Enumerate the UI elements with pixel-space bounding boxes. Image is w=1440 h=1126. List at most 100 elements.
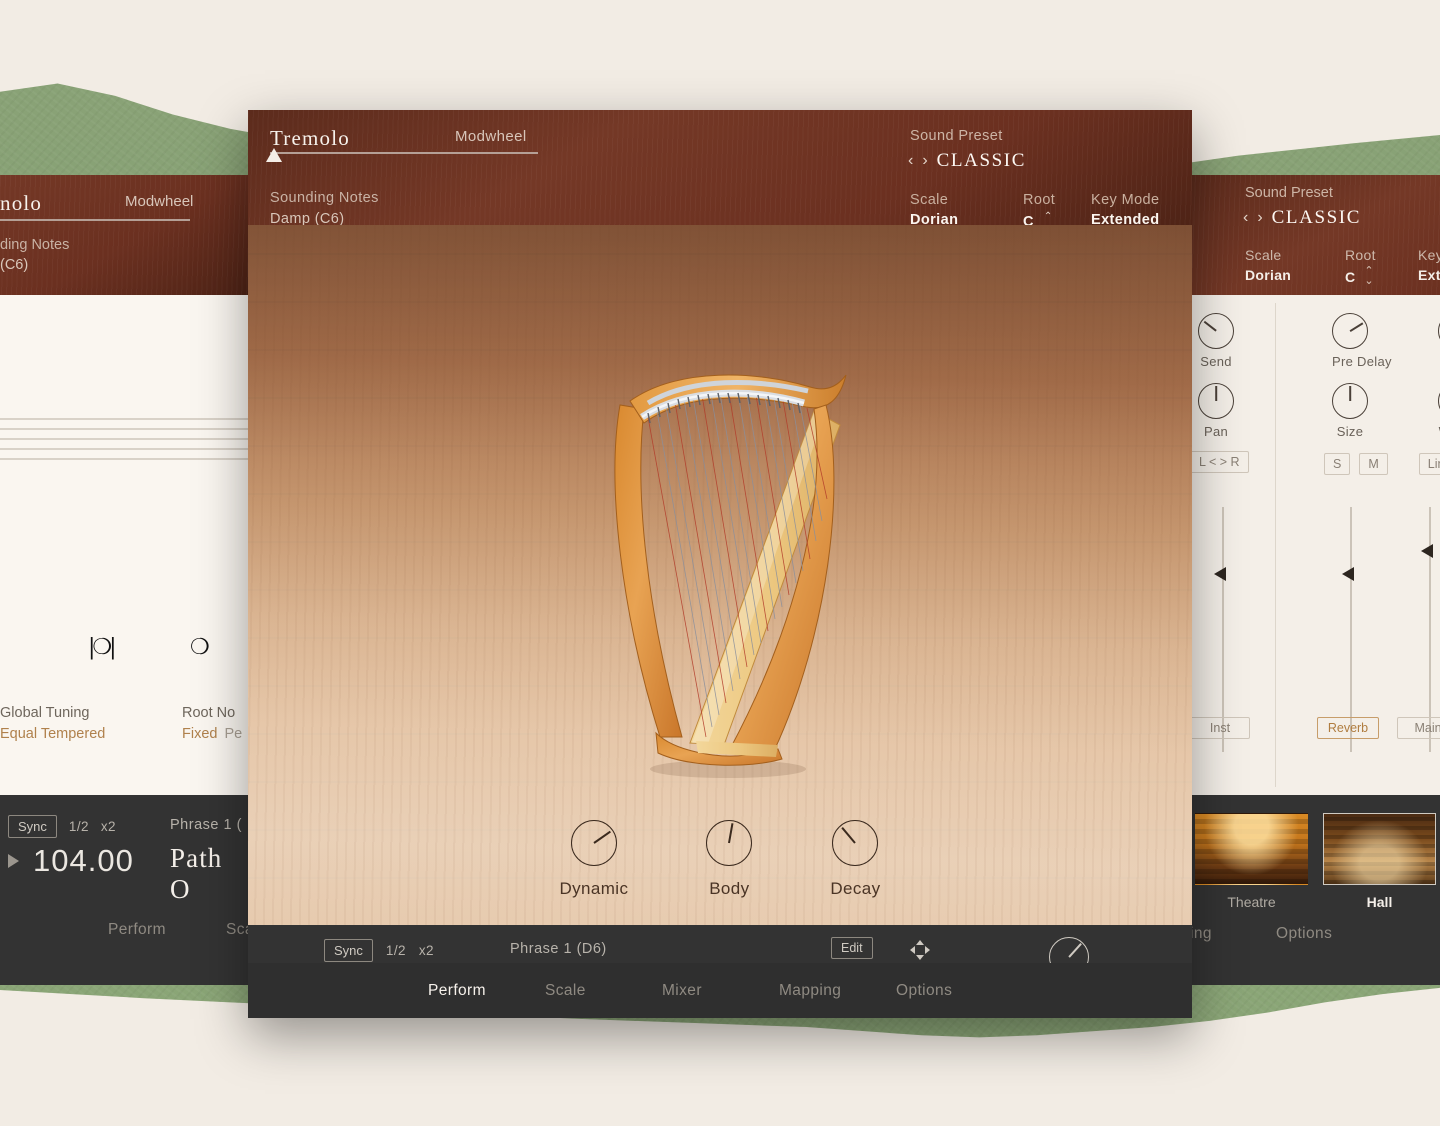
bg-left-modwheel-label: Modwheel	[125, 193, 194, 210]
preset-next-icon[interactable]: ›	[922, 153, 927, 169]
inst-fader-track[interactable]	[1222, 507, 1224, 752]
tremolo-slider-thumb[interactable]	[266, 148, 282, 162]
screenshot-root: nolo Modwheel ding Notes (C6) |❍| ❍ Glob…	[0, 0, 1440, 1126]
tab-perform[interactable]: Perform	[428, 982, 545, 1000]
solo-button[interactable]: S	[1324, 453, 1351, 475]
knob-pre-delay[interactable]	[1332, 313, 1368, 349]
global-tuning-label: Global Tuning	[0, 705, 90, 721]
bg-left-sync-button[interactable]: Sync	[8, 815, 57, 838]
knob-size-label: Size	[1336, 424, 1364, 439]
background-left-panel: nolo Modwheel ding Notes (C6) |❍| ❍ Glob…	[0, 175, 254, 985]
main-fader-label[interactable]: Main	[1397, 717, 1440, 739]
edit-button[interactable]: Edit	[831, 937, 873, 959]
tremolo-slider-track[interactable]	[270, 152, 538, 154]
bg-left-body: |❍| ❍ Global Tuning Equal Tempered Root …	[0, 295, 250, 870]
bg-right-preset-prev-icon[interactable]: ‹	[1243, 210, 1248, 226]
main-fader-handle[interactable]	[1421, 544, 1433, 558]
double-button[interactable]: x2	[419, 943, 434, 958]
knob-size[interactable]	[1332, 383, 1368, 419]
room-hall-label: Hall	[1366, 894, 1393, 910]
reverb-fader-label[interactable]: Reverb	[1317, 717, 1379, 739]
bg-right-keymode-value[interactable]: Extend	[1418, 267, 1440, 283]
inst-fader-label[interactable]: Inst	[1190, 717, 1250, 739]
inst-fader-handle[interactable]	[1214, 567, 1226, 581]
root-note-extra: Pe	[224, 726, 243, 742]
instrument-stage: Dynamic Body Decay	[248, 225, 1192, 925]
sound-preset-row: ‹ › CLASSIC	[908, 150, 1026, 172]
room-hall[interactable]: Hall	[1323, 813, 1436, 910]
pan-lr-button[interactable]: L < > R	[1190, 451, 1249, 473]
bg-left-slider-track[interactable]	[0, 219, 190, 221]
limiter-button[interactable]: Limite	[1418, 453, 1440, 475]
decay-knob[interactable]	[832, 820, 879, 866]
bg-left-root-note: Root No Fixed Pe	[182, 705, 242, 742]
bg-left-tab-perform[interactable]: Perform	[108, 921, 166, 939]
bg-left-sounding-notes-label: ding Notes	[0, 237, 70, 253]
global-tuning-value[interactable]: Equal Tempered	[0, 726, 105, 742]
bg-left-phrase-name[interactable]: Path O	[170, 843, 250, 905]
staff-line	[0, 418, 250, 420]
modwheel-label: Modwheel	[455, 128, 527, 145]
main-header: Tremolo Modwheel Sounding Notes Damp (C6…	[248, 110, 1192, 232]
bg-left-tremolo-title: nolo	[0, 191, 43, 215]
staff-line	[0, 458, 250, 460]
tab-options[interactable]: Options	[896, 982, 1013, 1000]
dynamic-knob-label: Dynamic	[559, 879, 629, 898]
tab-mixer[interactable]: Mixer	[662, 982, 779, 1000]
room-theatre[interactable]: Theatre	[1195, 813, 1308, 910]
body-knob[interactable]	[706, 820, 753, 866]
bg-left-play-icon[interactable]	[8, 854, 19, 868]
knob-pan-label: Pan	[1203, 424, 1229, 439]
staff-line	[0, 438, 250, 440]
bg-right-footer: Theatre Hall ing Options	[1190, 795, 1440, 985]
root-note-value[interactable]: Fixed	[182, 726, 217, 742]
reverb-fader-track[interactable]	[1350, 507, 1352, 752]
half-button[interactable]: 1/2	[386, 943, 406, 958]
reverb-fader-handle[interactable]	[1342, 567, 1354, 581]
tab-mapping[interactable]: Mapping	[779, 982, 896, 1000]
bg-right-root-stepper-icon[interactable]: ⌃ ⌄	[1364, 266, 1373, 287]
root-note-label: Root No	[182, 705, 236, 721]
bg-right-header: Sound Preset ‹ › CLASSIC Scale Dorian Ro…	[1190, 175, 1440, 295]
bg-right-tab-options[interactable]: Options	[1276, 925, 1332, 943]
dynamic-knob-group: Dynamic	[559, 820, 628, 899]
room-hall-thumbnail[interactable]	[1323, 813, 1436, 885]
preset-name[interactable]: CLASSIC	[937, 150, 1026, 172]
bg-left-global-tuning: Global Tuning Equal Tempered	[0, 705, 105, 742]
staff-line	[0, 428, 250, 430]
knob-pan[interactable]	[1198, 383, 1234, 419]
staff-line	[0, 448, 250, 450]
tab-scale[interactable]: Scale	[545, 982, 662, 1000]
preset-prev-icon[interactable]: ‹	[908, 153, 913, 169]
room-theatre-thumbnail[interactable]	[1195, 813, 1308, 885]
move-arrows-icon[interactable]	[908, 938, 932, 962]
music-note-whole: ❍	[190, 635, 210, 660]
body-knob-group: Body	[706, 820, 753, 899]
bg-right-scale-label: Scale	[1245, 247, 1282, 263]
bg-left-half-button[interactable]: 1/2	[69, 819, 89, 834]
background-right-panel: Sound Preset ‹ › CLASSIC Scale Dorian Ro…	[1190, 175, 1440, 985]
bg-right-preset-name[interactable]: CLASSIC	[1272, 207, 1361, 229]
knob-pre-delay-label: Pre Delay	[1332, 354, 1392, 369]
scale-label: Scale	[910, 192, 949, 208]
music-note-accidental: |❍|	[88, 635, 116, 660]
bg-right-root-value[interactable]: C	[1345, 269, 1355, 285]
instrument-knob-row: Dynamic Body Decay	[248, 820, 1192, 899]
bg-right-scale-value[interactable]: Dorian	[1245, 267, 1291, 283]
bg-left-tempo[interactable]: 104.00	[33, 843, 134, 879]
dynamic-knob[interactable]	[570, 820, 617, 866]
bg-left-double-button[interactable]: x2	[101, 819, 116, 834]
bg-right-keymode-label: Key M	[1418, 247, 1440, 263]
knob-send[interactable]	[1198, 313, 1234, 349]
mute-button[interactable]: M	[1359, 453, 1388, 475]
decay-knob-group: Decay	[830, 820, 880, 899]
sync-button[interactable]: Sync	[324, 939, 373, 962]
decay-knob-label: Decay	[830, 879, 881, 898]
bg-right-preset-next-icon[interactable]: ›	[1257, 210, 1262, 226]
main-plugin-window: Tremolo Modwheel Sounding Notes Damp (C6…	[248, 110, 1192, 1018]
main-tab-bar: Perform Scale Mixer Mapping Options	[248, 963, 1192, 1018]
key-mode-field: Key Mode Extended	[1091, 192, 1160, 228]
sound-preset-label: Sound Preset	[910, 128, 1003, 144]
bg-left-footer: Sync 1/2 x2 Phrase 1 ( 104.00 Path O Per…	[0, 795, 254, 985]
bg-right-tab-mapping[interactable]: ing	[1190, 925, 1212, 943]
